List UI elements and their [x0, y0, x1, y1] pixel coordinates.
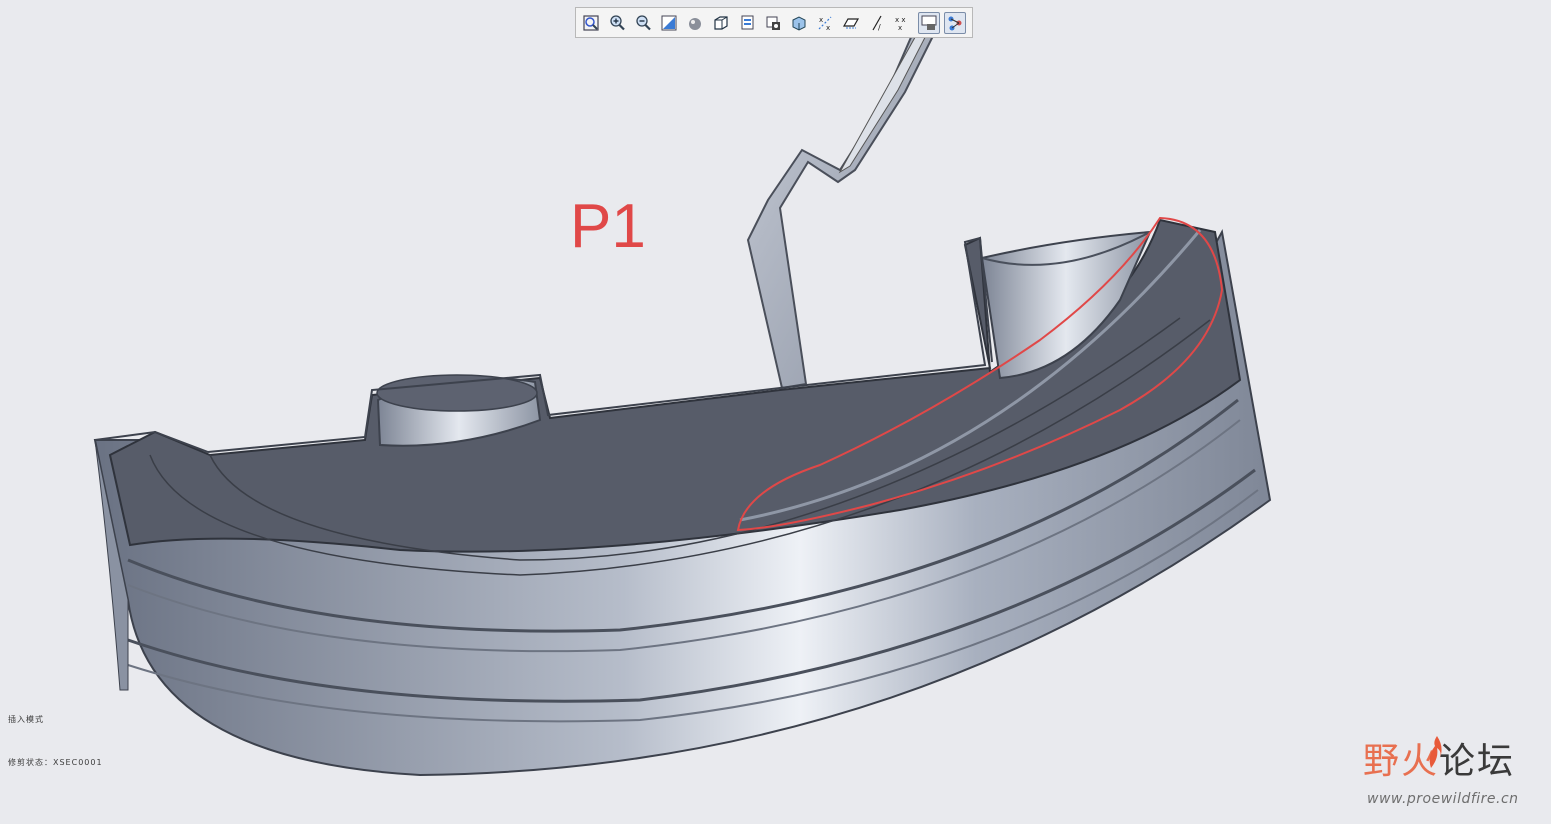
- zoom-out-button[interactable]: [632, 12, 654, 34]
- zoom-out-icon: [636, 14, 651, 30]
- view-toolbar: xx / x xx: [575, 7, 973, 38]
- axis-display-icon: /: [872, 15, 882, 32]
- section-button[interactable]: [788, 12, 810, 34]
- zoom-in-icon: [610, 14, 625, 30]
- perspective-view-icon: [766, 16, 780, 30]
- svg-text:x x: x x: [895, 16, 906, 24]
- display-style-icon: [689, 17, 701, 30]
- display-style-button[interactable]: [684, 12, 706, 34]
- forum-watermark: 野火论坛 www.proewildfire.cn: [1363, 732, 1538, 812]
- zoom-in-button[interactable]: [606, 12, 628, 34]
- view-manager-icon: [741, 15, 754, 29]
- graphics-window[interactable]: xx / x xx P1 插入模式 修剪状态：XSEC0001 野火论坛 www…: [0, 0, 1551, 819]
- svg-text:x: x: [826, 24, 830, 32]
- svg-text:/: /: [878, 23, 881, 32]
- section-icon: [792, 15, 806, 31]
- status-section-state: 修剪状态：XSEC0001: [8, 758, 103, 767]
- csys-display-button[interactable]: [918, 11, 940, 34]
- status-insert-mode: 插入模式: [8, 715, 44, 724]
- point-display-button[interactable]: x xx: [892, 12, 914, 34]
- datum-display-icon: xx: [818, 16, 832, 32]
- saved-orientations-icon: [714, 15, 728, 30]
- refit-icon: [583, 14, 599, 31]
- repaint-icon: [661, 15, 677, 30]
- watermark-title-part2: 论坛: [1439, 741, 1516, 782]
- rib-arm: [746, 10, 944, 390]
- view-manager-button[interactable]: [736, 12, 758, 34]
- svg-text:x: x: [819, 16, 823, 24]
- repaint-button[interactable]: [658, 12, 680, 34]
- p1-annotation-label: P1: [570, 192, 646, 261]
- annotation-display-icon: [948, 16, 962, 30]
- axis-display-button[interactable]: /: [866, 12, 888, 34]
- flame-icon: [1429, 736, 1442, 768]
- plane-display-icon: [842, 17, 860, 28]
- model-view[interactable]: [0, 0, 1551, 819]
- annotation-display-button[interactable]: [944, 11, 966, 34]
- datum-display-button[interactable]: xx: [814, 12, 836, 34]
- plane-display-button[interactable]: [840, 12, 862, 34]
- saved-orientations-button[interactable]: [710, 12, 732, 34]
- perspective-view-button[interactable]: [762, 12, 784, 34]
- watermark-url: www.proewildfire.cn: [1367, 791, 1519, 807]
- csys-display-icon: [921, 15, 937, 30]
- refit-button[interactable]: [580, 12, 602, 34]
- svg-text:x: x: [898, 24, 902, 32]
- point-display-icon: x xx: [895, 16, 906, 32]
